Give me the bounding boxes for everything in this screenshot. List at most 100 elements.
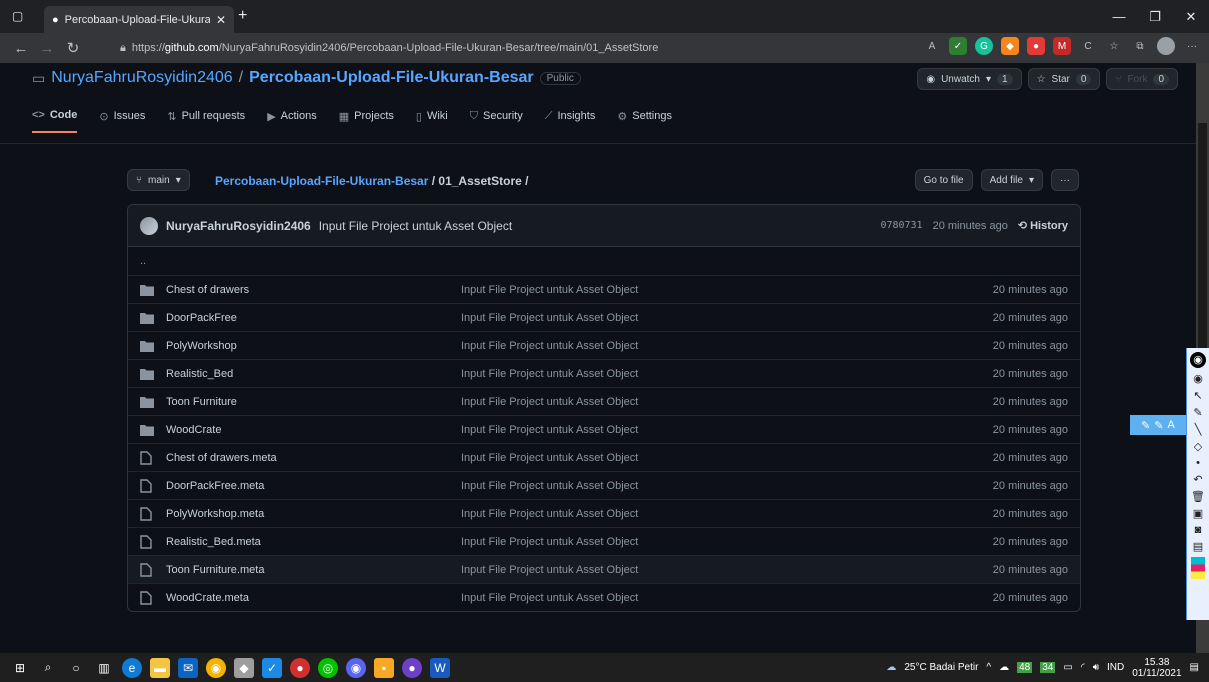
pen-icon[interactable]: ✎ [1154, 419, 1163, 432]
file-commit-message-link[interactable]: Input File Project untuk Asset Object [461, 424, 993, 436]
fork-button[interactable]: ⑂ Fork 0 [1106, 68, 1178, 90]
table-row[interactable]: WoodCrate Input File Project untuk Asset … [128, 415, 1080, 443]
file-name-link[interactable]: Toon Furniture [166, 396, 461, 408]
table-row[interactable]: Chest of drawers Input File Project untuk… [128, 275, 1080, 303]
file-commit-message-link[interactable]: Input File Project untuk Asset Object [461, 284, 993, 296]
tray-badge-icon[interactable]: 34 [1040, 662, 1056, 673]
tab-code[interactable]: <> Code [32, 109, 78, 133]
discord-icon[interactable]: ◉ [346, 657, 366, 678]
line-app-icon[interactable]: ◎ [318, 657, 338, 678]
commit-author-link[interactable]: NuryaFahruRosyidin2406 [166, 219, 311, 233]
table-row[interactable]: DoorPackFree.meta Input File Project untu… [128, 471, 1080, 499]
file-name-link[interactable]: Chest of drawers [166, 284, 461, 296]
weather-icon[interactable]: ☁ [886, 662, 896, 673]
clipboard-icon[interactable]: ▤ [1193, 540, 1203, 553]
file-name-link[interactable]: WoodCrate.meta [166, 592, 461, 604]
forward-icon[interactable]: → [34, 40, 60, 57]
table-row[interactable]: Realistic_Bed Input File Project untuk As… [128, 359, 1080, 387]
undo-icon[interactable]: ↶ [1193, 473, 1202, 486]
tab-insights[interactable]: ⟋ Insights [545, 109, 596, 133]
highlighter-icon[interactable]: ✎ [1141, 419, 1150, 432]
extension-icon[interactable]: M [1053, 37, 1071, 55]
refresh-icon[interactable]: ↻ [60, 39, 86, 57]
table-row[interactable]: Toon Furniture.meta Input File Project un… [128, 555, 1080, 583]
minimize-icon[interactable]: — [1101, 0, 1137, 33]
cursor-icon[interactable]: ↖ [1193, 389, 1202, 402]
record-icon[interactable]: ● [290, 657, 310, 678]
file-commit-message-link[interactable]: Input File Project untuk Asset Object [461, 592, 993, 604]
clock[interactable]: 15.38 01/11/2021 [1132, 657, 1181, 679]
more-icon[interactable]: ··· [1183, 37, 1201, 55]
file-explorer-icon[interactable]: ▬ [150, 657, 170, 678]
tab-issues[interactable]: ⊙ Issues [99, 109, 145, 133]
extension-icon[interactable]: C [1079, 37, 1097, 55]
chevron-up-icon[interactable]: ^ [986, 662, 991, 673]
wifi-icon[interactable]: ◜ [1081, 662, 1085, 673]
file-commit-message-link[interactable]: Input File Project untuk Asset Object [461, 368, 993, 380]
tray-badge-icon[interactable]: 48 [1017, 662, 1033, 673]
file-name-link[interactable]: PolyWorkshop.meta [166, 508, 461, 520]
back-icon[interactable]: ← [8, 40, 34, 57]
profile-avatar[interactable] [1157, 37, 1175, 55]
parent-dir-row[interactable]: .. [128, 247, 1080, 275]
close-window-icon[interactable]: ✕ [1173, 0, 1209, 33]
unwatch-button[interactable]: ◉ Unwatch ▾ 1 [917, 68, 1022, 90]
file-name-link[interactable]: PolyWorkshop [166, 340, 461, 352]
file-name-link[interactable]: DoorPackFree.meta [166, 480, 461, 492]
save-icon[interactable]: ▣ [1193, 507, 1203, 520]
file-commit-message-link[interactable]: Input File Project untuk Asset Object [461, 564, 993, 576]
window-menu-icon[interactable]: ▢ [12, 9, 23, 23]
file-name-link[interactable]: DoorPackFree [166, 312, 461, 324]
search-icon[interactable]: ⌕ [38, 658, 58, 678]
sticky-notes-icon[interactable]: ▪ [374, 657, 394, 678]
github-desktop-icon[interactable]: ● [402, 657, 422, 678]
vscode-icon[interactable]: ✓ [262, 657, 282, 678]
file-commit-message-link[interactable]: Input File Project untuk Asset Object [461, 480, 993, 492]
repo-owner-link[interactable]: NuryaFahruRosyidin2406 [51, 69, 232, 87]
language-indicator[interactable]: IND [1107, 662, 1124, 673]
tab-projects[interactable]: ▦ Projects [339, 109, 394, 133]
file-commit-message-link[interactable]: Input File Project untuk Asset Object [461, 536, 993, 548]
read-aloud-icon[interactable]: A [923, 37, 941, 55]
edge-icon[interactable]: e [122, 657, 142, 678]
file-name-link[interactable]: Realistic_Bed.meta [166, 536, 461, 548]
volume-icon[interactable]: 🔊︎ [1093, 662, 1099, 673]
avatar[interactable] [140, 216, 158, 235]
repo-name-link[interactable]: Percobaan-Upload-File-Ukuran-Besar [249, 69, 534, 87]
notification-icon[interactable]: ▤ [1190, 662, 1199, 673]
weather-text[interactable]: 25°C Badai Petir [904, 662, 978, 673]
tab-actions[interactable]: ▶ Actions [267, 109, 317, 133]
task-view-icon[interactable]: ▥ [94, 658, 114, 678]
text-tool-icon[interactable]: A [1168, 419, 1175, 431]
tab-pull-requests[interactable]: ⇅ Pull requests [167, 109, 245, 133]
file-commit-message-link[interactable]: Input File Project untuk Asset Object [461, 340, 993, 352]
cortana-icon[interactable]: ○ [66, 658, 86, 678]
eye-icon[interactable]: ◉ [1193, 372, 1203, 385]
extension-icon[interactable]: ✓ [949, 37, 967, 55]
browser-tab[interactable]: ● Percobaan-Upload-File-Ukuran- ✕ [44, 6, 234, 33]
file-commit-message-link[interactable]: Input File Project untuk Asset Object [461, 508, 993, 520]
tab-wiki[interactable]: ▯ Wiki [416, 109, 448, 133]
favorites-icon[interactable]: ☆ [1105, 37, 1123, 55]
word-icon[interactable]: W [430, 657, 450, 678]
chrome-icon[interactable]: ◉ [206, 657, 226, 678]
address-bar[interactable]: 🔒︎ https://github.com/NuryaFahruRosyidin… [120, 36, 850, 60]
table-row[interactable]: PolyWorkshop Input File Project untuk Ass… [128, 331, 1080, 359]
tab-security[interactable]: ⛉ Security [470, 109, 523, 133]
restore-icon[interactable]: ❐ [1137, 0, 1173, 33]
trash-icon[interactable]: 🗑︎ [1191, 490, 1205, 503]
windows-start-icon[interactable]: ⊞ [10, 658, 30, 678]
history-link[interactable]: ⟲ History [1018, 219, 1068, 232]
file-commit-message-link[interactable]: Input File Project untuk Asset Object [461, 452, 993, 464]
pin-icon[interactable]: ◉ [1190, 352, 1206, 368]
pen-icon[interactable]: ✎ [1193, 406, 1202, 419]
file-name-link[interactable]: WoodCrate [166, 424, 461, 436]
mail-icon[interactable]: ✉ [178, 657, 198, 678]
app-icon[interactable]: ◆ [234, 657, 254, 678]
branch-select-button[interactable]: ⑂ main ▾ [127, 169, 190, 191]
file-name-link[interactable]: Realistic_Bed [166, 368, 461, 380]
add-file-button[interactable]: Add file ▾ [980, 169, 1043, 191]
go-to-file-button[interactable]: Go to file [914, 169, 973, 191]
tab-settings[interactable]: ⚙ Settings [617, 109, 672, 133]
breadcrumb-root-link[interactable]: Percobaan-Upload-File-Ukuran-Besar [215, 174, 428, 188]
